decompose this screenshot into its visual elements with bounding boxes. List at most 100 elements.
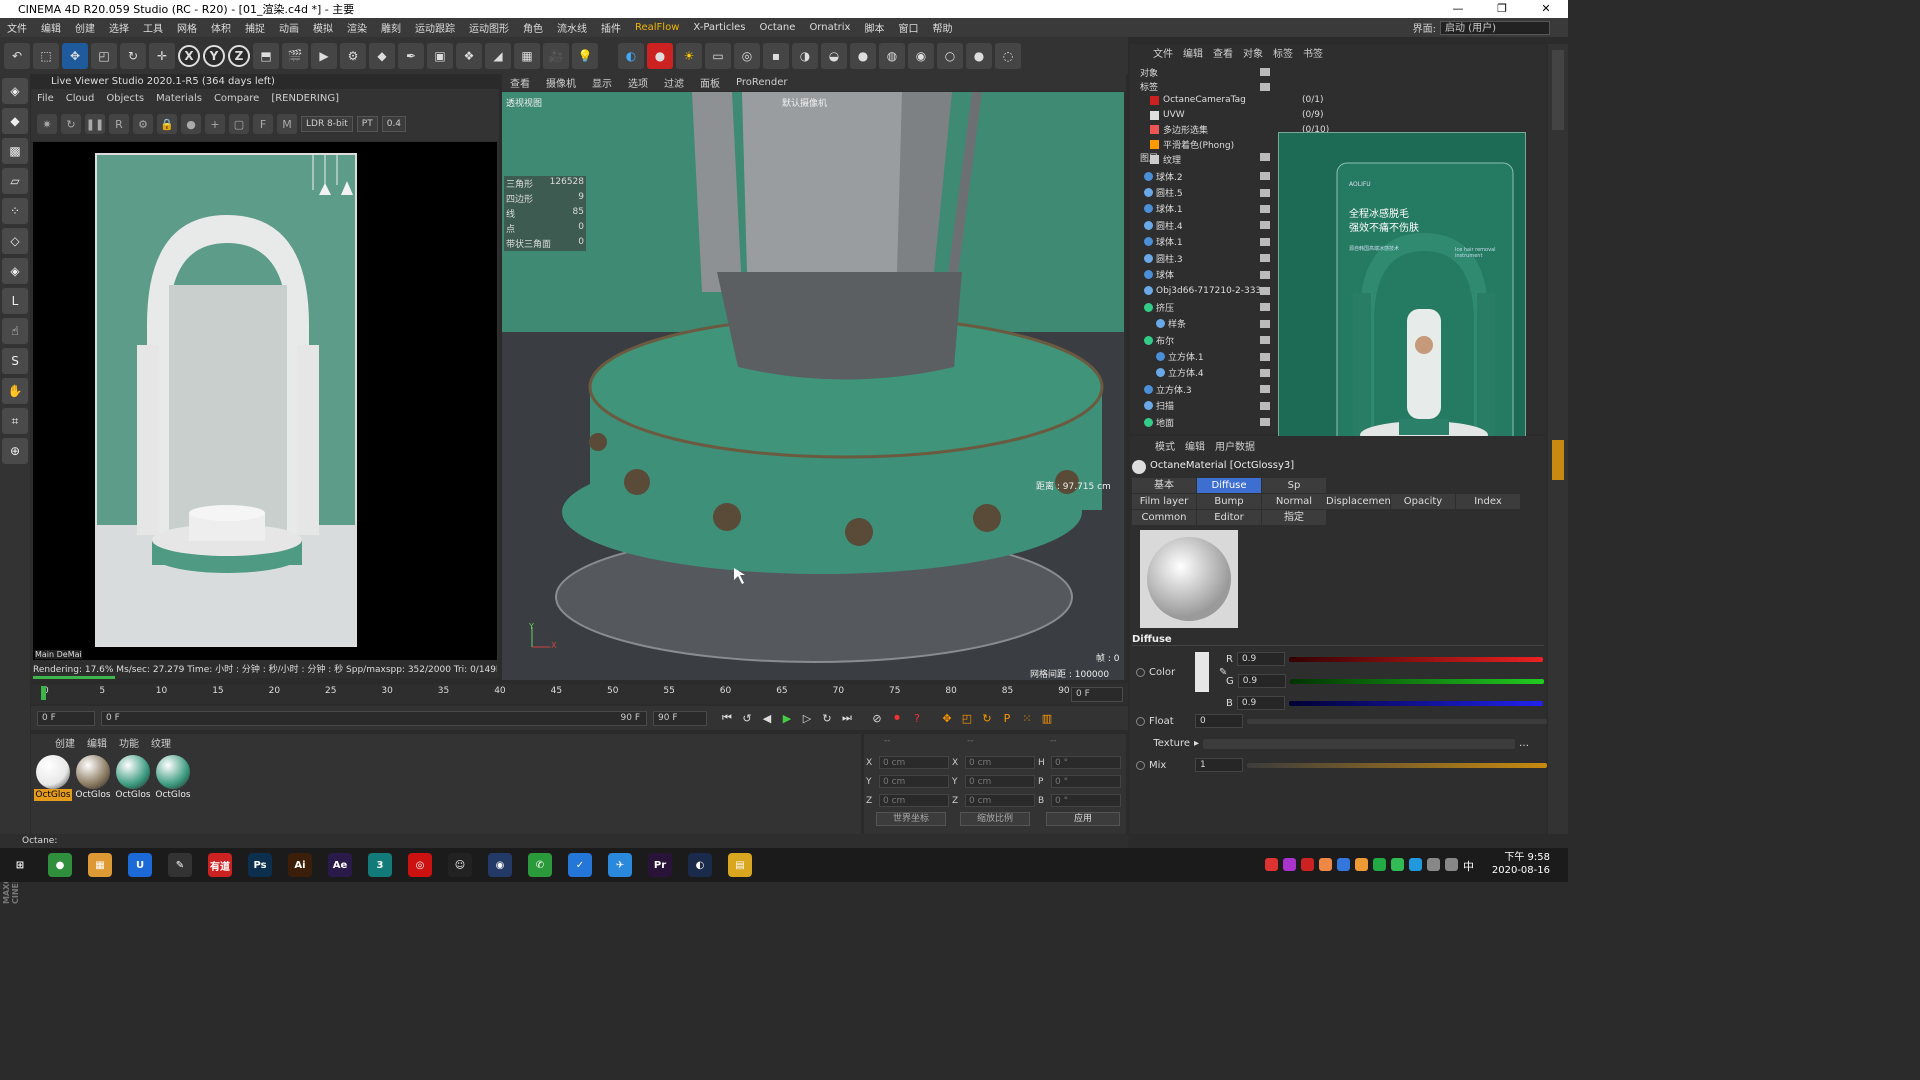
material-3[interactable]: OctGlos [155, 755, 191, 801]
restart-icon[interactable]: ↻ [61, 114, 81, 134]
r-slider[interactable] [1288, 656, 1543, 662]
kernel-select[interactable]: PT [356, 116, 378, 132]
auto-key-icon[interactable]: ? [907, 709, 927, 727]
playhead[interactable] [41, 686, 46, 700]
lv-menu-objects[interactable]: Objects [100, 93, 150, 104]
undo-icon[interactable]: ↶ [4, 42, 30, 69]
menu-item-23[interactable]: 帮助 [925, 20, 959, 35]
region-render-icon[interactable]: R [109, 114, 129, 134]
viewer-tabs[interactable]: Main DeMai [35, 650, 82, 659]
menu-item-16[interactable]: 插件 [594, 20, 628, 35]
visibility-toggle[interactable] [1260, 365, 1270, 381]
vp-menu-prorender[interactable]: ProRender [728, 77, 795, 88]
octane-blend-icon[interactable]: ◌ [995, 42, 1021, 69]
object-row[interactable]: 扫描 [1130, 398, 1174, 414]
key-position-icon[interactable]: ✥ [937, 709, 957, 727]
timeline-icon[interactable]: ▥ [1037, 709, 1057, 727]
pause-icon[interactable]: ❚❚ [85, 114, 105, 134]
coord-field[interactable]: 0 cm [965, 775, 1035, 788]
tray-icon-9[interactable] [1409, 858, 1422, 871]
float-slider[interactable] [1247, 718, 1547, 724]
mat-menu-create[interactable]: 创建 [49, 735, 81, 750]
start-frame-field[interactable]: 0 F [37, 710, 95, 726]
dock-tab-objects[interactable] [1552, 50, 1564, 130]
visibility-toggle[interactable] [1260, 332, 1270, 348]
clock[interactable]: 下午 9:58 2020-08-16 [1492, 851, 1550, 877]
object-row[interactable]: 地面 [1130, 414, 1174, 430]
texture-more-button[interactable]: … [1519, 738, 1529, 749]
tray-icon-4[interactable] [1319, 858, 1332, 871]
taskbar-app-7[interactable]: Ai [288, 853, 312, 877]
light-icon[interactable]: 💡 [572, 42, 598, 69]
taskbar-app-1[interactable]: ● [48, 853, 72, 877]
z-axis-button[interactable]: Z [228, 44, 250, 67]
taskbar-app-8[interactable]: Ae [328, 853, 352, 877]
dock-tab-attributes[interactable] [1552, 440, 1564, 480]
animate-mix-icon[interactable] [1136, 760, 1145, 770]
visibility-toggle[interactable] [1260, 266, 1270, 282]
lv-menu-compare[interactable]: Compare [208, 93, 265, 104]
taskbar-app-3[interactable]: U [128, 853, 152, 877]
prev-key-icon[interactable]: ↺ [737, 709, 757, 727]
prev-frame-icon[interactable]: ◀ [757, 709, 777, 727]
points-mode-icon[interactable]: ⁘ [2, 198, 28, 224]
world-coords-select[interactable]: 世界坐标 [876, 812, 946, 826]
array-icon[interactable]: ❖ [456, 42, 482, 69]
maximize-button[interactable]: ❐ [1480, 0, 1524, 18]
visibility-toggle[interactable] [1260, 250, 1270, 266]
visibility-toggle[interactable] [1260, 201, 1270, 217]
menu-item-15[interactable]: 流水线 [550, 20, 594, 35]
key-param-icon[interactable]: P [997, 709, 1017, 727]
object-row[interactable]: 布尔 [1130, 332, 1174, 348]
coord-field[interactable]: 0 ° [1051, 794, 1121, 807]
visibility-toggle[interactable] [1260, 381, 1270, 397]
pen-icon[interactable]: ✒ [398, 42, 424, 69]
taskbar-app-13[interactable]: ✆ [528, 853, 552, 877]
render-picture-viewer-icon[interactable]: ▶ [311, 42, 337, 69]
coordinate-system-icon[interactable]: ⬒ [253, 42, 279, 69]
play-icon[interactable]: ▶ [777, 709, 797, 727]
texture-mode-icon[interactable]: ▩ [2, 138, 28, 164]
lock-icon[interactable]: 🔒 [157, 114, 177, 134]
visibility-toggle[interactable] [1260, 299, 1270, 315]
object-row[interactable]: Obj3d66-717210-2-333 [1130, 283, 1261, 299]
settings-icon[interactable]: ⚙ [133, 114, 153, 134]
octane-env-icon[interactable]: ◒ [821, 42, 847, 69]
render-settings-icon[interactable]: ⚙ [340, 42, 366, 69]
edges-mode-icon[interactable]: ◇ [2, 228, 28, 254]
tag-row[interactable]: UVW [1150, 108, 1290, 123]
menu-item-10[interactable]: 渲染 [340, 20, 374, 35]
menu-item-13[interactable]: 运动图形 [462, 20, 516, 35]
tag-row[interactable]: 纹理 [1150, 152, 1290, 167]
go-to-start-icon[interactable]: ⏮ [717, 709, 737, 727]
object-row[interactable]: 球体 [1130, 266, 1174, 282]
vp-menu-panel[interactable]: 面板 [692, 75, 728, 90]
timeline-ruler[interactable]: 051015202530354045505560657075808590 0 F [31, 684, 1128, 704]
taskbar-app-10[interactable]: ◎ [408, 853, 432, 877]
object-row[interactable]: 圆柱.5 [1130, 184, 1183, 200]
material-pick-icon[interactable]: ▢ [229, 114, 249, 134]
attr-tab-8[interactable]: 指定 [1262, 510, 1326, 525]
texture-expand-icon[interactable]: ▸ [1194, 738, 1199, 749]
taskbar-app-0[interactable]: ⊞ [8, 853, 32, 877]
menu-item-11[interactable]: 雕刻 [374, 20, 408, 35]
animate-color-icon[interactable] [1136, 667, 1145, 677]
material-0[interactable]: OctGlos [34, 755, 72, 801]
taskbar-app-4[interactable]: ✎ [168, 853, 192, 877]
menu-item-8[interactable]: 动画 [272, 20, 306, 35]
om-menu-item[interactable]: 编辑 [1178, 45, 1208, 60]
key-scale-icon[interactable]: ◰ [957, 709, 977, 727]
attr-tab-0[interactable]: 基本 [1132, 478, 1196, 493]
taskbar-app-11[interactable]: ☺ [448, 853, 472, 877]
vp-menu-display[interactable]: 显示 [584, 75, 620, 90]
visibility-toggle[interactable] [1260, 398, 1270, 414]
menu-item-14[interactable]: 角色 [516, 20, 550, 35]
menu-item-20[interactable]: Ornatrix [802, 22, 857, 33]
om-menu-item[interactable]: 标签 [1268, 45, 1298, 60]
taskbar-app-2[interactable]: ▦ [88, 853, 112, 877]
animate-float-icon[interactable] [1136, 716, 1145, 726]
visibility-toggle[interactable] [1260, 217, 1270, 233]
mat-menu-function[interactable]: 功能 [113, 735, 145, 750]
taskbar-app-16[interactable]: Pr [648, 853, 672, 877]
subdivision-icon[interactable]: ▣ [427, 42, 453, 69]
